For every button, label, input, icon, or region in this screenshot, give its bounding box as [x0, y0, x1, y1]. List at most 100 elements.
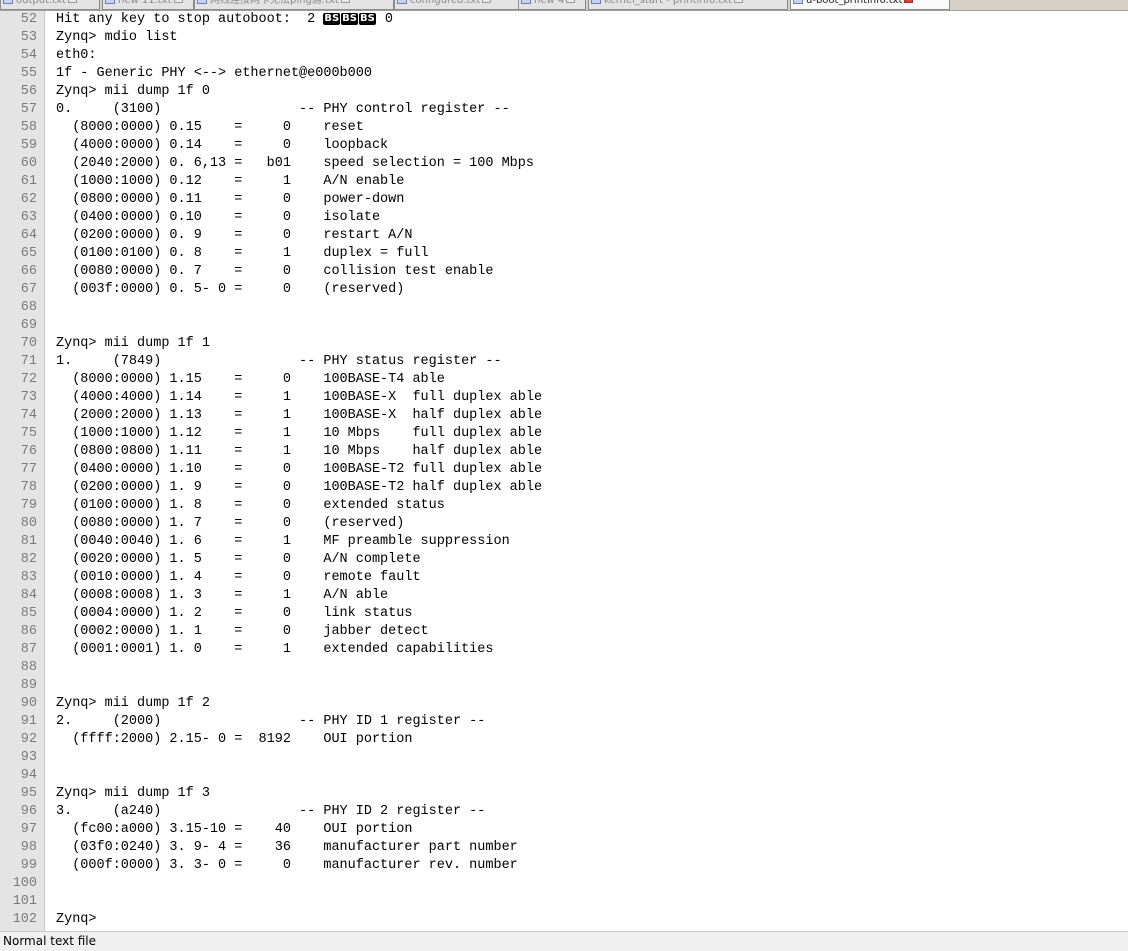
tab-bar: output.txt new 11.txt 网线连接网卡无法ping通.txt con… — [0, 0, 1128, 11]
text-segment: 2. (2000) -- PHY ID 1 register -- — [56, 714, 486, 729]
line-text: Zynq> mdio list — [56, 29, 178, 47]
text-segment: (0008:0008) 1. 3 = 1 A/N able — [56, 588, 389, 603]
line-text: (0400:0000) 1.10 = 0 100BASE-T2 full dup… — [56, 461, 542, 479]
line-number: 100 — [12, 876, 37, 891]
line-text: eth0: — [56, 47, 97, 65]
line-number: 61 — [20, 174, 37, 189]
tab-1[interactable]: new 11.txt — [102, 0, 194, 10]
line-text: (1000:1000) 1.12 = 1 10 Mbps full duplex… — [56, 425, 542, 443]
line-number: 87 — [20, 642, 37, 657]
line-number: 102 — [12, 912, 37, 927]
editor-line: 82 (0020:0000) 1. 5 = 0 A/N complete — [0, 551, 1128, 569]
line-number: 86 — [20, 624, 37, 639]
line-text: Hit any key to stop autoboot: 2 BS BS BS 0 — [56, 11, 393, 29]
line-text: Zynq> mii dump 1f 1 — [56, 335, 210, 353]
editor-line: 80 (0080:0000) 1. 7 = 0 (reserved) — [0, 515, 1128, 533]
editor-line: 54 eth0: — [0, 47, 1128, 65]
editor-line: 85 (0004:0000) 1. 2 = 0 link status — [0, 605, 1128, 623]
text-segment: (0010:0000) 1. 4 = 0 remote fault — [56, 570, 421, 585]
tab-3[interactable]: configured.txt — [394, 0, 520, 10]
line-number: 92 — [20, 732, 37, 747]
editor-line: 57 0. (3100) -- PHY control register -- — [0, 101, 1128, 119]
line-text: (003f:0000) 0. 5- 0 = 0 (reserved) — [56, 281, 404, 299]
line-text: (0100:0100) 0. 8 = 1 duplex = full — [56, 245, 428, 263]
editor-line: 59 (4000:0000) 0.14 = 0 loopback — [0, 137, 1128, 155]
line-text: 3. (a240) -- PHY ID 2 register -- — [56, 803, 485, 821]
editor-line: 88 — [0, 659, 1128, 677]
editor-line: 53 Zynq> mdio list — [0, 29, 1128, 47]
line-text: (0020:0000) 1. 5 = 0 A/N complete — [56, 551, 421, 569]
line-number: 75 — [20, 426, 37, 441]
close-icon[interactable] — [566, 0, 576, 3]
text-editor[interactable]: 52 Hit any key to stop autoboot: 2 BS BS BS… — [0, 11, 1128, 931]
line-text: 0. (3100) -- PHY control register -- — [56, 101, 510, 119]
tab-2[interactable]: 网线连接网卡无法ping通.txt — [194, 0, 394, 10]
text-segment: Zynq> mii dump 1f 3 — [56, 786, 210, 801]
close-icon[interactable] — [340, 0, 350, 3]
text-segment: (2040:2000) 0. 6,13 = b01 speed selectio… — [56, 156, 534, 171]
text-segment: (000f:0000) 3. 3- 0 = 0 manufacturer rev… — [56, 858, 518, 873]
text-segment: 1f - Generic PHY <--> ethernet@e000b000 — [56, 66, 372, 81]
line-text: (0008:0008) 1. 3 = 1 A/N able — [56, 587, 388, 605]
editor-line: 84 (0008:0008) 1. 3 = 1 A/N able — [0, 587, 1128, 605]
tab-6[interactable]: u-boot_printinfo.txt — [790, 0, 950, 10]
tab-label: new 11.txt — [118, 0, 172, 6]
editor-line: 74 (2000:2000) 1.13 = 1 100BASE-X half d… — [0, 407, 1128, 425]
editor-line: 90 Zynq> mii dump 1f 2 — [0, 695, 1128, 713]
line-number: 74 — [20, 408, 37, 423]
tab-0[interactable]: output.txt — [0, 0, 100, 10]
editor-line: 72 (8000:0000) 1.15 = 0 100BASE-T4 able — [0, 371, 1128, 389]
line-text: (0040:0040) 1. 6 = 1 MF preamble suppres… — [56, 533, 510, 551]
line-number: 68 — [20, 300, 37, 315]
line-number: 73 — [20, 390, 37, 405]
text-segment: Zynq> mii dump 1f 2 — [56, 696, 210, 711]
text-segment: Zynq> mii dump 1f 0 — [56, 84, 210, 99]
line-text: Zynq> mii dump 1f 3 — [56, 785, 210, 803]
editor-line: 93 — [0, 749, 1128, 767]
line-text: (0080:0000) 0. 7 = 0 collision test enab… — [56, 263, 493, 281]
text-segment: (003f:0000) 0. 5- 0 = 0 (reserved) — [56, 282, 405, 297]
line-number: 89 — [20, 678, 37, 693]
control-char-badge: BS — [359, 13, 376, 25]
line-number: 97 — [20, 822, 37, 837]
tab-4[interactable]: new 4 — [518, 0, 586, 10]
text-segment: (0040:0040) 1. 6 = 1 MF preamble suppres… — [56, 534, 510, 549]
line-number: 95 — [20, 786, 37, 801]
editor-line: 95 Zynq> mii dump 1f 3 — [0, 785, 1128, 803]
close-icon[interactable] — [734, 0, 744, 3]
line-number: 53 — [20, 30, 37, 45]
file-icon — [105, 0, 115, 4]
line-number: 96 — [20, 804, 37, 819]
line-number: 67 — [20, 282, 37, 297]
text-segment: Zynq> — [56, 912, 97, 927]
close-icon[interactable] — [67, 0, 77, 3]
close-icon[interactable] — [173, 0, 183, 3]
editor-line: 96 3. (a240) -- PHY ID 2 register -- — [0, 803, 1128, 821]
line-text: (03f0:0240) 3. 9- 4 = 36 manufacturer pa… — [56, 839, 518, 857]
line-text: Zynq> mii dump 1f 0 — [56, 83, 210, 101]
line-number: 58 — [20, 120, 37, 135]
line-text: (0080:0000) 1. 7 = 0 (reserved) — [56, 515, 404, 533]
tab-label: u-boot_printinfo.txt — [806, 0, 903, 6]
text-segment: (8000:0000) 0.15 = 0 reset — [56, 120, 364, 135]
line-text: (0001:0001) 1. 0 = 1 extended capabiliti… — [56, 641, 493, 659]
line-text: (2000:2000) 1.13 = 1 100BASE-X half dupl… — [56, 407, 542, 425]
tab-5[interactable]: kernel_start - printinfo.txt — [588, 0, 788, 10]
line-text: 1. (7849) -- PHY status register -- — [56, 353, 502, 371]
status-bar: Normal text file — [0, 931, 1128, 951]
line-text: (0200:0000) 0. 9 = 0 restart A/N — [56, 227, 412, 245]
close-icon[interactable] — [482, 0, 492, 3]
text-segment: (0100:0000) 1. 8 = 0 extended status — [56, 498, 445, 513]
line-text: Zynq> mii dump 1f 2 — [56, 695, 210, 713]
text-segment: Zynq> mii dump 1f 1 — [56, 336, 210, 351]
editor-line: 78 (0200:0000) 1. 9 = 0 100BASE-T2 half … — [0, 479, 1128, 497]
editor-line: 60 (2040:2000) 0. 6,13 = b01 speed selec… — [0, 155, 1128, 173]
control-char-badge: BS — [341, 13, 358, 25]
text-segment: (0020:0000) 1. 5 = 0 A/N complete — [56, 552, 421, 567]
line-text: (4000:0000) 0.14 = 0 loopback — [56, 137, 388, 155]
file-icon — [3, 0, 13, 4]
editor-line: 99 (000f:0000) 3. 3- 0 = 0 manufacturer … — [0, 857, 1128, 875]
close-icon[interactable] — [904, 0, 914, 3]
line-number: 66 — [20, 264, 37, 279]
text-segment: (0800:0000) 0.11 = 0 power-down — [56, 192, 405, 207]
